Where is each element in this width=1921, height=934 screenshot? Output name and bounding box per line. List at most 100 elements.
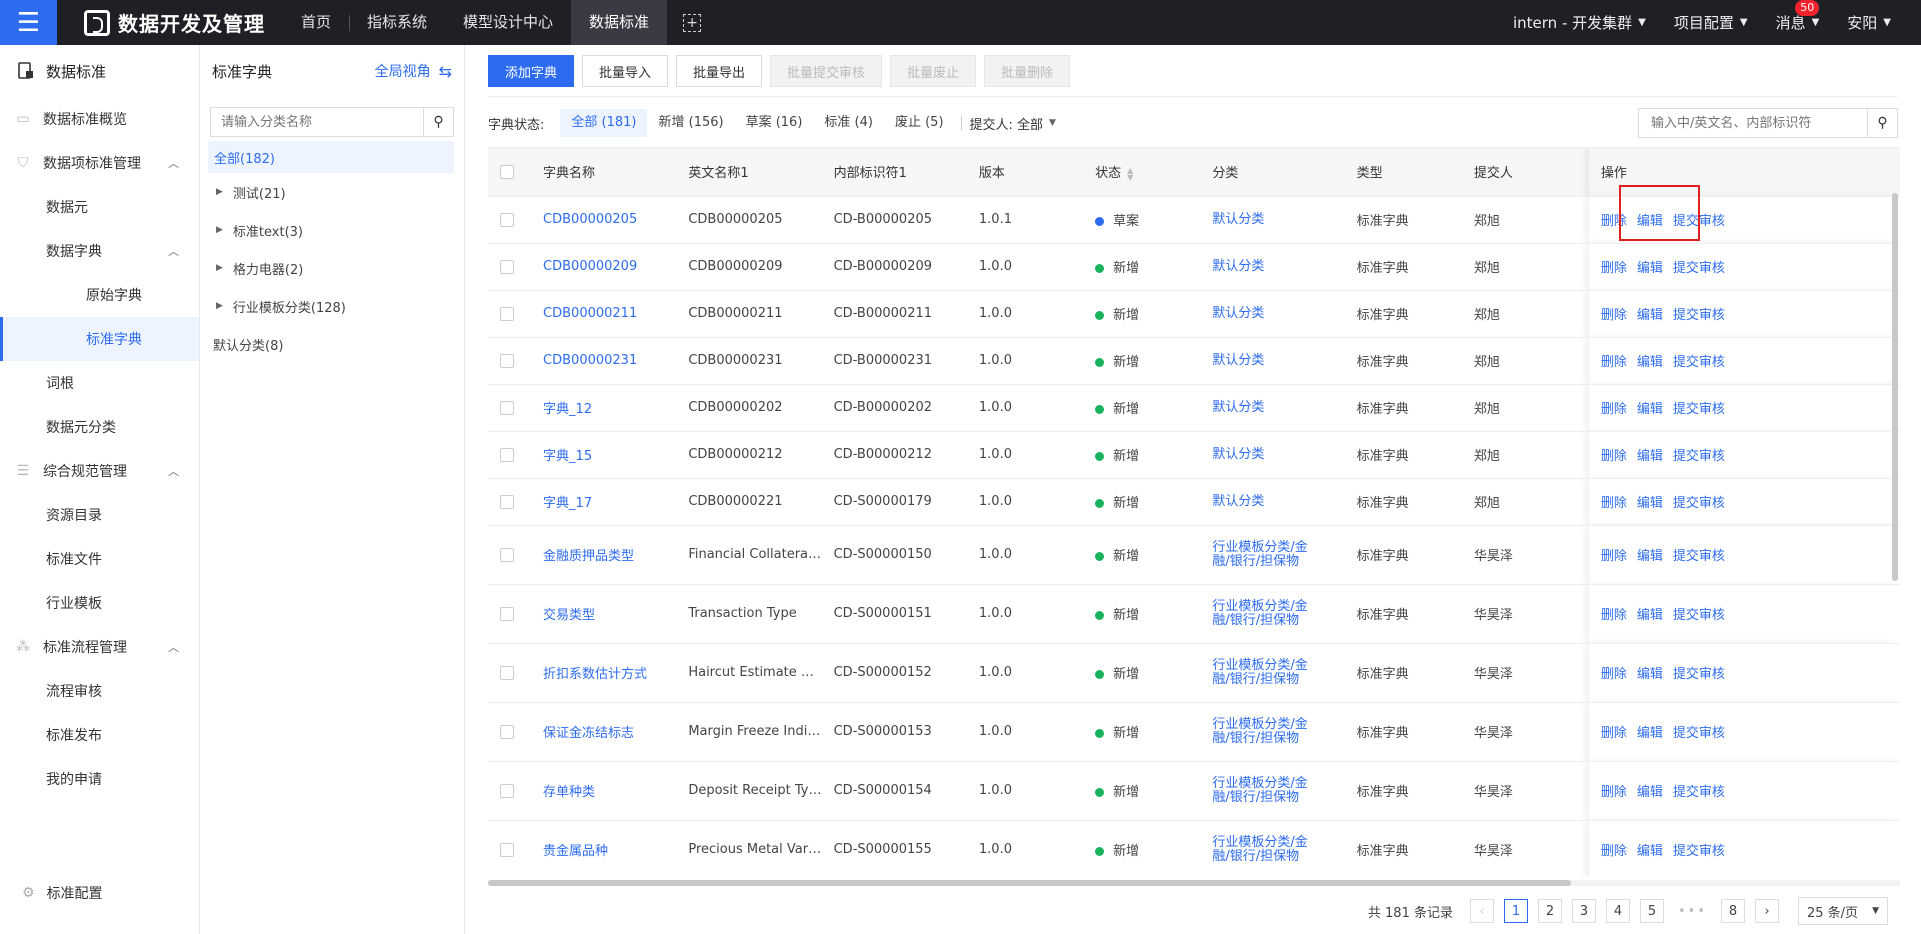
dictionary-search-input[interactable] (1639, 109, 1867, 137)
edit-link[interactable]: 编辑 (1637, 496, 1663, 511)
table-row[interactable]: 字典_15 CDB00000212 CD-B00000212 1.0.0 新增 默认分类 标… (488, 431, 1900, 479)
cell-name[interactable]: 字典_12 (531, 384, 677, 432)
cell-name[interactable]: 金融质押品类型 (531, 525, 677, 585)
sidebar-item-item-standard[interactable]: ⛉ 数据项标准管理 ︿ (0, 141, 199, 185)
dictionary-name-link[interactable]: CDB00000211 (543, 306, 676, 321)
page-1[interactable]: 1 (1503, 899, 1528, 923)
row-select[interactable] (488, 431, 532, 479)
submit-review-link[interactable]: 提交审核 (1673, 667, 1725, 682)
sidebar-item-overview[interactable]: ▭ 数据标准概览 (0, 97, 199, 141)
cell-name[interactable]: 字典_15 (531, 431, 677, 479)
row-select[interactable] (488, 761, 532, 821)
cell-name[interactable]: 交易类型 (531, 584, 677, 644)
search-icon[interactable]: ⚲ (1867, 109, 1897, 137)
caret-right-icon[interactable]: ▶ (216, 263, 223, 273)
cell-name[interactable]: 字典_17 (531, 478, 677, 526)
batch-deprecate-button[interactable]: 批量废止 (890, 55, 977, 87)
sidebar-item-spec-management[interactable]: ☰ 综合规范管理 ︿ (0, 449, 199, 493)
category-link[interactable]: 默认分类 (1212, 400, 1324, 415)
delete-link[interactable]: 删除 (1601, 261, 1627, 276)
sidebar-item-industry-template[interactable]: 行业模板 (0, 581, 199, 625)
dictionary-name-link[interactable]: 存单种类 (543, 781, 676, 800)
submit-review-link[interactable]: 提交审核 (1673, 844, 1725, 859)
checkbox[interactable] (500, 164, 514, 179)
dictionary-name-link[interactable]: CDB00000205 (543, 212, 676, 227)
cell-name[interactable]: CDB00000209 (531, 243, 677, 291)
user-menu[interactable]: 安阳 ▼ (1847, 12, 1891, 33)
delete-link[interactable]: 删除 (1601, 726, 1627, 741)
submit-review-link[interactable]: 提交审核 (1673, 261, 1725, 276)
nav-data-standard[interactable]: 数据标准 (571, 0, 668, 45)
sidebar-item-process-management[interactable]: ⁂ 标准流程管理 ︿ (0, 625, 199, 669)
nav-model-design[interactable]: 模型设计中心 (445, 0, 571, 45)
status-tab-standard[interactable]: 标准 (4) (813, 109, 884, 137)
add-dictionary-button[interactable]: 添加字典 (488, 55, 575, 87)
category-link[interactable]: 行业模板分类/金融/银行/担保物 (1212, 776, 1324, 805)
checkbox[interactable] (500, 547, 514, 562)
edit-link[interactable]: 编辑 (1637, 214, 1663, 229)
delete-link[interactable]: 删除 (1601, 214, 1627, 229)
submit-review-link[interactable]: 提交审核 (1673, 449, 1725, 464)
category-link[interactable]: 行业模板分类/金融/银行/担保物 (1212, 658, 1324, 687)
status-tab-draft[interactable]: 草案 (16) (735, 109, 814, 137)
sidebar-item-standard-publish[interactable]: 标准发布 (0, 713, 199, 757)
edit-link[interactable]: 编辑 (1637, 355, 1663, 370)
row-select[interactable] (488, 337, 532, 385)
category-link[interactable]: 默认分类 (1212, 494, 1324, 509)
sidebar-item-raw-dictionary[interactable]: 原始字典 (0, 273, 199, 317)
row-select[interactable] (488, 290, 532, 338)
submit-review-link[interactable]: 提交审核 (1673, 214, 1725, 229)
cell-name[interactable]: 折扣系数估计方式 (531, 643, 677, 703)
status-tab-deprecated[interactable]: 废止 (5) (884, 109, 955, 137)
page-2[interactable]: 2 (1537, 899, 1562, 923)
row-select[interactable] (488, 478, 532, 526)
tree-node-industry-template[interactable]: ▶ 行业模板分类(128) (200, 287, 464, 325)
dictionary-name-link[interactable]: CDB00000231 (543, 353, 676, 368)
caret-right-icon[interactable]: ▶ (216, 225, 223, 235)
delete-link[interactable]: 删除 (1601, 785, 1627, 800)
dictionary-name-link[interactable]: 字典_15 (543, 445, 676, 464)
row-select[interactable] (488, 243, 532, 291)
more-pages-icon[interactable]: ••• (1674, 899, 1711, 923)
project-config[interactable]: 项目配置 ▼ (1674, 12, 1748, 33)
row-select[interactable] (488, 384, 532, 432)
table-row[interactable]: 字典_17 CDB00000221 CD-S00000179 1.0.0 新增 默认分类 标… (488, 478, 1900, 526)
tree-node-gree[interactable]: ▶ 格力电器(2) (200, 249, 464, 287)
messages[interactable]: 消息 ▼ 50 (1776, 0, 1820, 33)
header-select-all[interactable] (488, 148, 532, 197)
tree-node-standard-text[interactable]: ▶ 标准text(3) (200, 211, 464, 249)
sidebar-item-standard-dictionary[interactable]: 标准字典 (0, 317, 199, 361)
submit-review-link[interactable]: 提交审核 (1673, 402, 1725, 417)
checkbox[interactable] (500, 306, 514, 321)
horizontal-scrollbar[interactable] (488, 880, 1900, 886)
global-view-link[interactable]: 全局视角 ⇆ (375, 61, 452, 81)
dictionary-name-link[interactable]: 贵金属品种 (543, 840, 676, 859)
edit-link[interactable]: 编辑 (1637, 667, 1663, 682)
row-select[interactable] (488, 820, 532, 877)
category-link[interactable]: 默认分类 (1212, 447, 1324, 462)
sidebar-item-resource-catalog[interactable]: 资源目录 (0, 493, 199, 537)
dictionary-name-link[interactable]: 金融质押品类型 (543, 545, 676, 564)
row-select[interactable] (488, 702, 532, 762)
cell-name[interactable]: CDB00000211 (531, 290, 677, 338)
cell-name[interactable]: 存单种类 (531, 761, 677, 821)
checkbox[interactable] (500, 212, 514, 227)
checkbox[interactable] (500, 494, 514, 509)
page-8[interactable]: 8 (1721, 899, 1745, 923)
batch-delete-button[interactable]: 批量删除 (984, 55, 1071, 87)
search-icon[interactable]: ⚲ (423, 108, 453, 136)
submit-review-link[interactable]: 提交审核 (1673, 308, 1725, 323)
submit-review-link[interactable]: 提交审核 (1673, 355, 1725, 370)
batch-export-button[interactable]: 批量导出 (676, 55, 763, 87)
tree-node-default[interactable]: 默认分类(8) (200, 325, 464, 363)
edit-link[interactable]: 编辑 (1637, 726, 1663, 741)
dictionary-name-link[interactable]: 折扣系数估计方式 (543, 663, 676, 682)
category-link[interactable]: 默认分类 (1212, 212, 1324, 227)
checkbox[interactable] (500, 259, 514, 274)
nav-metrics[interactable]: 指标系统 (349, 0, 445, 45)
submit-review-link[interactable]: 提交审核 (1673, 608, 1725, 623)
prev-page-icon[interactable]: ‹ (1469, 899, 1494, 923)
nav-home[interactable]: 首页 (283, 0, 349, 45)
delete-link[interactable]: 删除 (1601, 844, 1627, 859)
submit-review-link[interactable]: 提交审核 (1673, 549, 1725, 564)
